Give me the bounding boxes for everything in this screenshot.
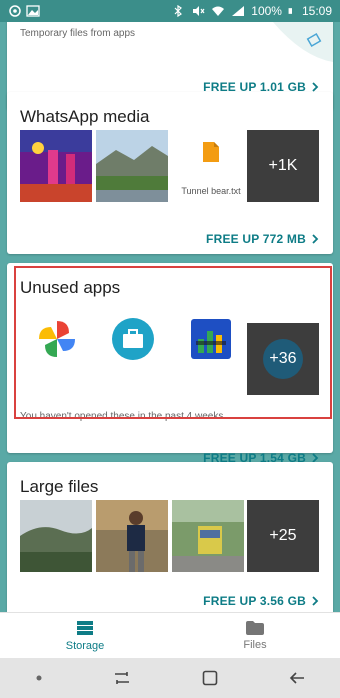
datally-app-icon[interactable] xyxy=(191,319,231,359)
media-thumbnail[interactable] xyxy=(20,130,92,202)
free-up-whatsapp-button[interactable]: FREE UP 772 MB xyxy=(206,232,319,246)
media-thumbnail[interactable] xyxy=(96,500,168,572)
media-thumbnail[interactable] xyxy=(172,500,244,572)
card-subtitle: Temporary files from apps xyxy=(20,28,136,39)
home-icon[interactable] xyxy=(202,670,218,686)
dancers-image xyxy=(20,130,92,202)
file-thumbnail[interactable]: Tunnel bear.txt xyxy=(172,130,250,202)
notification-app-icon xyxy=(9,5,21,17)
dot-indicator-icon xyxy=(36,675,41,681)
hills-image xyxy=(20,500,92,572)
tab-files[interactable]: Files xyxy=(170,613,340,658)
photos-app-icon[interactable] xyxy=(37,319,77,359)
storage-icon xyxy=(77,620,93,635)
wifi-icon xyxy=(212,6,225,16)
card-title: Large files xyxy=(20,477,99,496)
mountain-image xyxy=(96,130,168,202)
folder-icon xyxy=(246,620,264,635)
system-nav-bar xyxy=(0,658,340,698)
tab-storage-label: Storage xyxy=(65,639,105,652)
free-up-large-label: FREE UP 3.56 GB xyxy=(203,594,306,608)
free-up-whatsapp-label: FREE UP 772 MB xyxy=(206,232,306,246)
signal-icon xyxy=(232,6,245,16)
document-icon xyxy=(203,142,219,162)
gallery-notification-icon xyxy=(26,5,40,17)
more-count: +25 xyxy=(269,527,297,544)
more-count: +1K xyxy=(268,157,298,174)
card-title: WhatsApp media xyxy=(20,107,150,126)
more-files-tile[interactable]: +25 xyxy=(247,500,319,572)
back-icon[interactable] xyxy=(289,671,305,685)
media-thumbnail[interactable] xyxy=(20,500,92,572)
status-bar: 100% 15:09 xyxy=(0,0,340,22)
more-media-tile[interactable]: +1K xyxy=(247,130,319,202)
status-left-icons xyxy=(8,5,40,17)
file-name: Tunnel bear.txt xyxy=(181,186,241,196)
briefcase-app-icon[interactable] xyxy=(111,317,155,361)
status-right-icons: 100% 15:09 xyxy=(171,4,332,18)
tab-files-label: Files xyxy=(243,638,267,651)
more-apps-tile[interactable]: +36 xyxy=(247,323,319,395)
recent-apps-icon[interactable] xyxy=(113,671,131,685)
truck-image xyxy=(172,500,244,572)
battery-percent: 100% xyxy=(251,4,282,18)
storage-content[interactable]: Temporary files from apps FREE UP 1.01 G… xyxy=(0,22,340,612)
bluetooth-icon xyxy=(174,5,183,17)
card-illustration xyxy=(273,22,333,62)
whatsapp-media-card: WhatsApp media Tunnel bear.txt +1K FREE … xyxy=(7,92,333,254)
battery-icon xyxy=(288,8,292,14)
unused-apps-card: Unused apps +36 You haven't opened these… xyxy=(7,263,333,465)
chevron-right-icon xyxy=(312,596,319,606)
unused-note: You haven't opened these in the past 4 w… xyxy=(20,411,224,422)
free-up-large-button[interactable]: FREE UP 3.56 GB xyxy=(203,594,319,608)
person-image xyxy=(96,500,168,572)
large-files-card: Large files +25 FREE UP 3.56 GB xyxy=(7,462,333,612)
clock: 15:09 xyxy=(301,4,332,18)
bottom-navigation: Storage Files xyxy=(0,612,340,658)
more-apps-circle: +36 xyxy=(263,339,303,379)
card-title: Unused apps xyxy=(20,278,121,297)
tab-storage[interactable]: Storage xyxy=(0,613,170,658)
more-count: +36 xyxy=(269,350,297,367)
chevron-right-icon xyxy=(312,82,319,92)
mute-icon xyxy=(193,6,205,16)
chevron-right-icon xyxy=(312,234,319,244)
media-thumbnail[interactable] xyxy=(96,130,168,202)
